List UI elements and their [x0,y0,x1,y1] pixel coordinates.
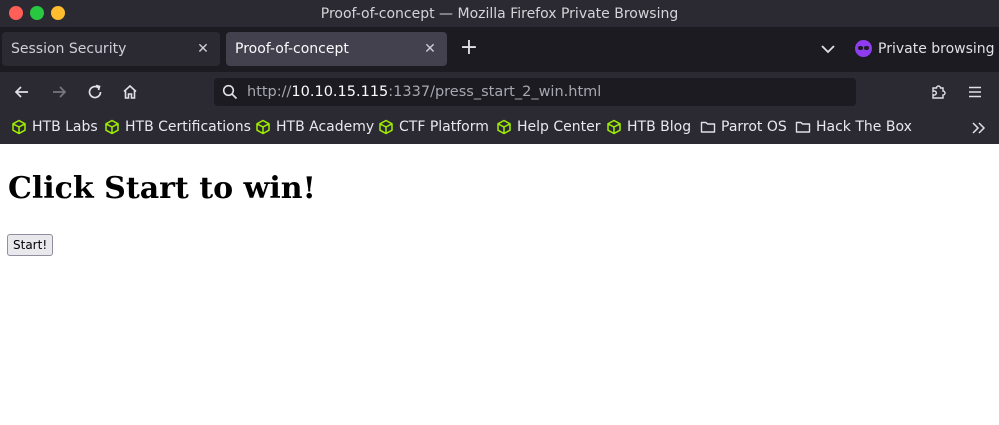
home-button[interactable] [120,82,140,102]
back-button[interactable] [12,82,32,102]
bookmark-htb-blog[interactable]: HTB Blog [606,119,691,135]
window-title: Proof-of-concept — Mozilla Firefox Priva… [320,5,679,22]
tab-session-security[interactable]: Session Security ✕ [2,32,220,66]
url-host: 10.10.15.115 [291,84,389,100]
url-bar[interactable]: http://10.10.15.115:1337/press_start_2_w… [214,78,856,106]
bookmark-label: HTB Certifications [125,119,251,135]
folder-icon [700,121,716,133]
close-window-button[interactable] [9,6,23,20]
tab-label: Session Security [11,41,127,57]
bookmark-ctf-platform[interactable]: CTF Platform [378,119,489,135]
reload-icon [88,84,102,99]
maximize-window-button[interactable] [30,6,44,20]
window-titlebar: Proof-of-concept — Mozilla Firefox Priva… [0,0,999,27]
forward-button[interactable] [49,82,69,102]
close-tab-icon[interactable]: ✕ [423,41,437,57]
arrow-right-icon [53,86,67,98]
close-tab-icon[interactable]: ✕ [196,41,210,57]
search-icon [220,82,240,102]
more-bookmarks-button[interactable] [970,120,988,136]
bookmark-folder-parrot-os[interactable]: Parrot OS [700,119,787,135]
extensions-button[interactable] [929,82,949,102]
bookmark-label: Parrot OS [721,119,787,135]
puzzle-icon [932,85,946,99]
tab-proof-of-concept[interactable]: Proof-of-concept ✕ [226,32,447,66]
cube-icon [497,119,511,135]
bookmark-htb-academy[interactable]: HTB Academy [255,119,374,135]
bookmark-help-center[interactable]: Help Center [496,119,601,135]
double-chevron-right-icon [972,122,986,134]
navigation-toolbar: http://10.10.15.115:1337/press_start_2_w… [0,72,999,112]
tab-label: Proof-of-concept [235,41,349,57]
page-heading: Click Start to win! [8,171,316,206]
bookmark-label: HTB Academy [276,119,375,135]
cube-icon [256,119,270,135]
cube-icon [379,119,393,135]
new-tab-button[interactable]: + [458,37,480,59]
reload-button[interactable] [85,82,105,102]
folder-icon [795,121,811,133]
menu-button[interactable] [965,82,985,102]
start-button[interactable]: Start! [7,234,54,256]
list-all-tabs-button[interactable] [818,39,838,59]
bookmark-label: CTF Platform [399,119,489,135]
window-controls [9,6,65,20]
private-mask-icon [855,40,872,57]
home-icon [123,84,137,99]
url-path: :1337/press_start_2_win.html [388,84,602,100]
private-browsing-indicator: Private browsing [855,40,995,57]
url-scheme: http:// [247,84,292,100]
page-content: Click Start to win! Start! [0,144,999,425]
cube-icon [12,119,26,135]
bookmark-htb-labs[interactable]: HTB Labs [11,119,98,135]
cube-icon [607,119,621,135]
arrow-left-icon [14,86,28,98]
hamburger-menu-icon [969,86,981,98]
private-browsing-label: Private browsing [878,40,995,57]
bookmark-label: Help Center [517,119,601,135]
tab-strip: Session Security ✕ Proof-of-concept ✕ + … [0,27,999,72]
bookmark-label: HTB Labs [32,119,98,135]
bookmark-label: HTB Blog [627,119,692,135]
bookmark-folder-hack-the-box[interactable]: Hack The Box [795,119,912,135]
cube-icon [105,119,119,135]
chevron-down-icon [821,45,835,54]
bookmark-htb-certifications[interactable]: HTB Certifications [104,119,251,135]
bookmarks-toolbar: HTB Labs HTB Certifications HTB Academy … [0,112,999,144]
bookmark-label: Hack The Box [816,119,912,135]
minimize-window-button[interactable] [51,6,65,20]
